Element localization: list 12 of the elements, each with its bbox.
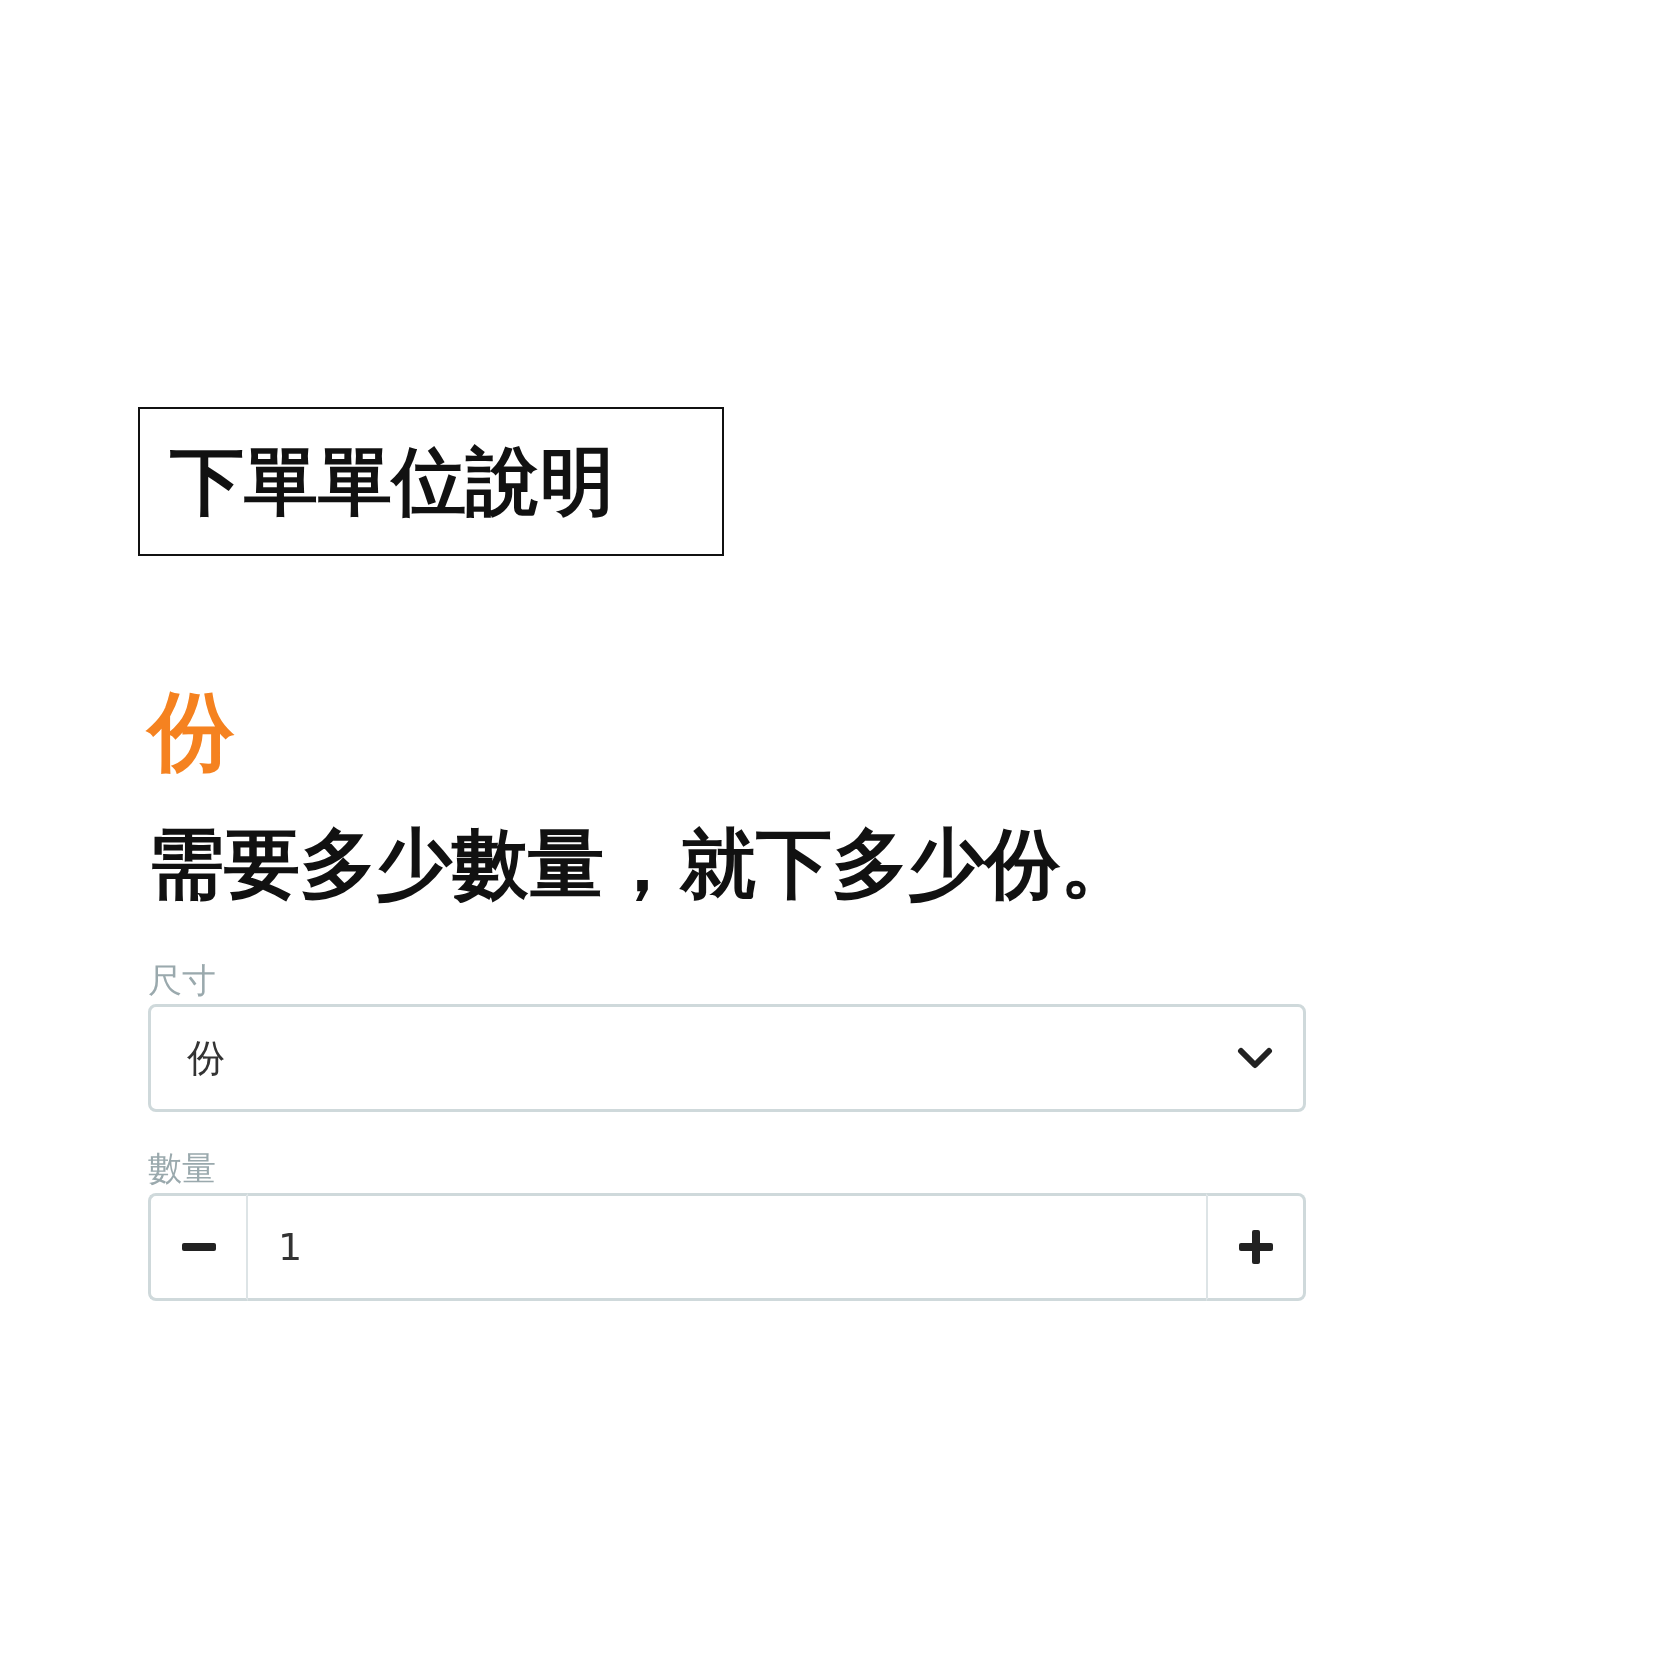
plus-icon: [1238, 1230, 1273, 1265]
increase-button[interactable]: [1206, 1193, 1306, 1302]
chevron-down-icon: [1237, 1046, 1273, 1071]
page-title: 下單單位說明: [138, 407, 724, 556]
minus-icon: [181, 1243, 216, 1252]
field-label: 尺寸: [148, 959, 217, 1001]
quantity-input[interactable]: 1: [248, 1193, 1206, 1302]
description-text: 需要多少數量，就下多少份。: [148, 818, 1137, 910]
size-select[interactable]: 份: [148, 1004, 1306, 1113]
field-label: 數量: [148, 1148, 217, 1190]
unit-heading: 份: [148, 683, 235, 779]
decrease-button[interactable]: [148, 1193, 248, 1302]
